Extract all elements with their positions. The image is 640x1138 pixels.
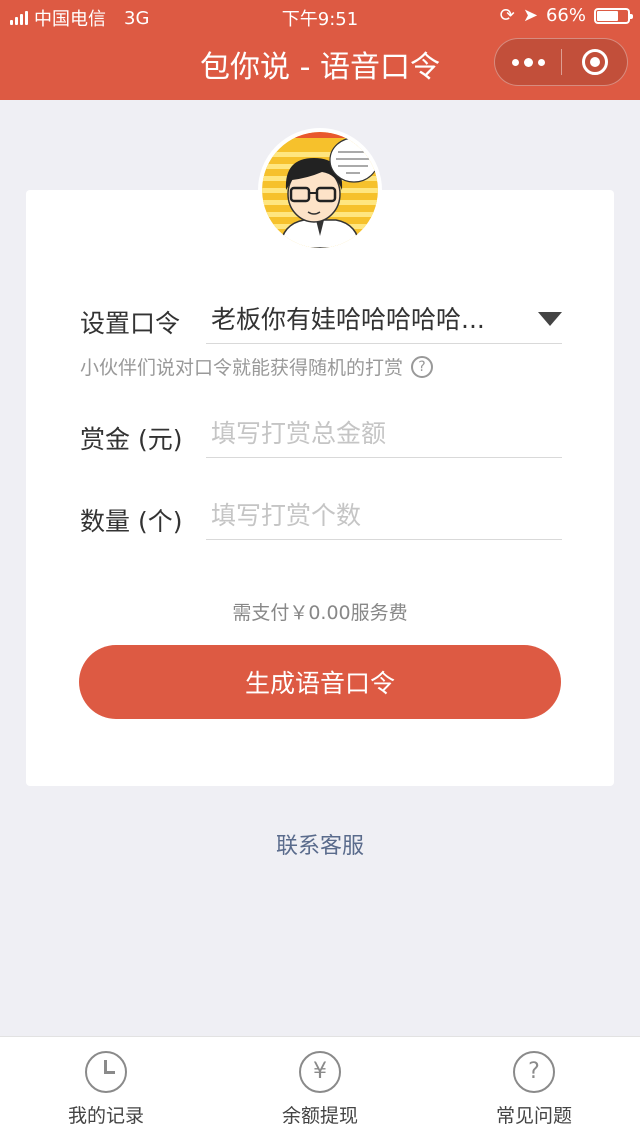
yen-icon: ¥ <box>299 1051 341 1093</box>
close-miniprogram-button[interactable] <box>562 39 627 85</box>
contact-support-link[interactable]: 联系客服 <box>0 828 640 860</box>
help-question-icon[interactable]: ? <box>411 355 434 378</box>
amount-placeholder: 填写打赏总金额 <box>211 419 387 448</box>
command-label: 设置口令 <box>80 309 181 338</box>
count-placeholder: 填写打赏个数 <box>211 501 362 530</box>
command-select[interactable]: 老板你有娃哈哈哈哈哈... <box>206 300 562 344</box>
generate-voice-command-button[interactable]: 生成语音口令 <box>79 645 561 719</box>
target-circle-icon <box>581 49 608 75</box>
more-dots-icon <box>511 58 519 66</box>
count-input[interactable]: 填写打赏个数 <box>206 496 562 540</box>
caret-down-icon <box>538 312 562 326</box>
location-arrow-icon: ➤ <box>522 5 538 26</box>
clock-icon <box>85 1051 127 1093</box>
question-icon: ? <box>513 1051 555 1093</box>
battery-percent: 66% <box>545 5 586 26</box>
more-menu-button[interactable] <box>495 39 561 85</box>
command-hint: 小伙伴们说对口令就能获得随机的打赏 ? <box>80 353 434 380</box>
command-row: 设置口令 老板你有娃哈哈哈哈哈... <box>80 300 562 346</box>
battery-fill <box>597 10 619 21</box>
amount-input[interactable]: 填写打赏总金额 <box>206 414 562 458</box>
avatar-illustration <box>262 132 378 248</box>
command-value: 老板你有娃哈哈哈哈哈... <box>211 305 485 334</box>
tab-faq[interactable]: ? 常见问题 <box>454 1051 614 1128</box>
avatar <box>258 128 382 252</box>
battery-icon <box>594 7 633 24</box>
miniprogram-capsule <box>494 38 628 86</box>
rotation-lock-icon: ⟳ <box>499 5 515 26</box>
count-label: 数量 (个) <box>80 507 183 536</box>
tab-withdraw[interactable]: ¥ 余额提现 <box>240 1051 400 1128</box>
top-bar: 中国电信 3G 下午9:51 ⟳ ➤ 66% 包你说 - 语音口令 <box>0 0 640 100</box>
amount-label: 赏金 (元) <box>80 425 183 454</box>
hint-text: 小伙伴们说对口令就能获得随机的打赏 <box>80 357 404 379</box>
tab-records-label: 我的记录 <box>67 1105 144 1127</box>
status-bar: 中国电信 3G 下午9:51 ⟳ ➤ 66% <box>0 0 640 32</box>
tab-records[interactable]: 我的记录 <box>26 1051 186 1128</box>
service-fee-text: 需支付￥0.00服务费 <box>232 602 408 624</box>
bottom-tab-bar: 我的记录 ¥ 余额提现 ? 常见问题 <box>0 1036 640 1138</box>
tab-withdraw-label: 余额提现 <box>281 1105 358 1127</box>
tab-faq-label: 常见问题 <box>495 1105 572 1127</box>
count-row: 数量 (个) 填写打赏个数 <box>80 492 562 540</box>
amount-row: 赏金 (元) 填写打赏总金额 <box>80 410 562 458</box>
